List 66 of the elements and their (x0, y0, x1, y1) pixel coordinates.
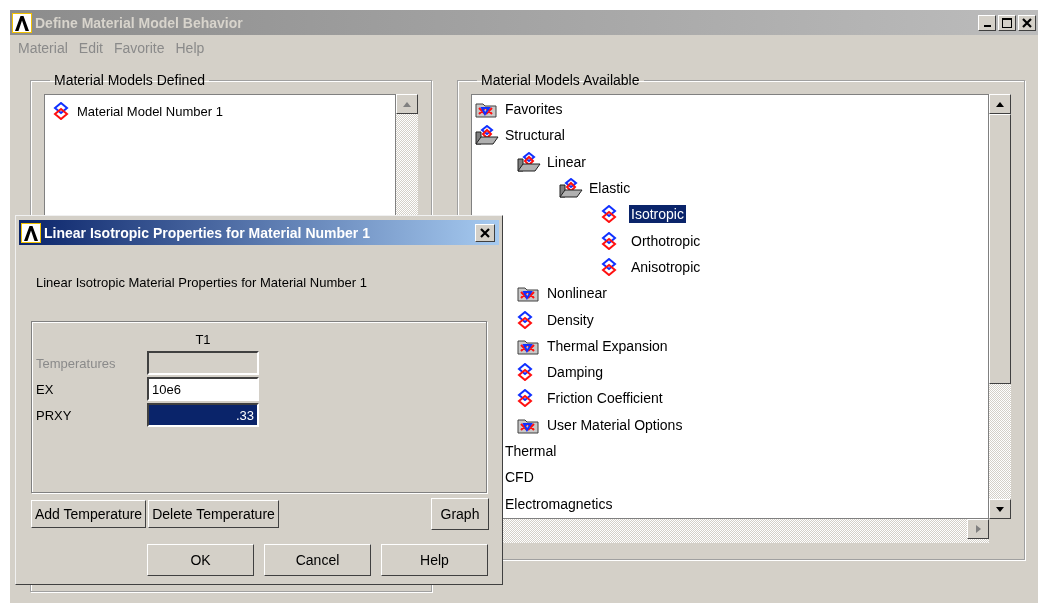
window-title: Define Material Model Behavior (35, 14, 244, 31)
dialog-button[interactable]: Delete Temperature (148, 500, 279, 528)
group-title: Material Models Defined (53, 72, 206, 88)
tree-item[interactable]: Damping (545, 363, 606, 382)
field-label: EX (36, 381, 55, 397)
material-model-icon (53, 102, 69, 120)
tree-item[interactable]: Friction Coefficient (545, 389, 665, 408)
close-button[interactable] (1018, 14, 1036, 31)
close-icon (480, 227, 490, 238)
up-arrow-icon (403, 101, 411, 107)
scroll-down-button[interactable] (989, 499, 1011, 519)
group-title: Material Models Available (480, 72, 641, 88)
material-model-icon (601, 205, 617, 224)
list-item[interactable]: Material Model Number 1 (53, 102, 387, 120)
open-folder-icon (559, 178, 583, 199)
dialog-button[interactable]: Cancel (264, 544, 371, 576)
maximize-button[interactable] (998, 14, 1016, 31)
tree-item[interactable]: User Material Options (545, 415, 685, 434)
tree-item[interactable]: Electromagnetics (503, 494, 615, 513)
material-model-icon (517, 389, 533, 408)
tree-item[interactable]: Thermal Expansion (545, 336, 670, 355)
open-folder-icon (475, 125, 499, 146)
scroll-thumb[interactable] (989, 114, 1011, 384)
tree-item[interactable]: Orthotropic (629, 231, 703, 250)
down-arrow-icon (996, 506, 1004, 512)
tree-item[interactable]: CFD (503, 468, 536, 487)
scroll-up-button[interactable] (989, 94, 1011, 114)
material-model-icon (601, 257, 617, 276)
tree-item[interactable]: Density (545, 310, 596, 329)
folder-icon (517, 284, 539, 303)
logo-icon (21, 222, 41, 243)
field-label: Temperatures (36, 355, 117, 371)
dialog-title: Linear Isotropic Properties for Material Number 1 (44, 224, 371, 241)
column-header: T1 (194, 332, 212, 349)
folder-icon (475, 100, 497, 119)
scroll-right-button[interactable] (967, 519, 989, 539)
minimize-icon (983, 25, 991, 27)
field-label: PRXY (36, 407, 73, 423)
tree-item[interactable]: Thermal (503, 442, 559, 460)
tree-item[interactable]: Anisotropic (629, 257, 703, 276)
material-model-icon (517, 310, 533, 329)
input-field[interactable]: 10e6 (147, 377, 259, 401)
tree-item[interactable]: Favorites (503, 100, 565, 119)
up-arrow-icon (996, 101, 1004, 107)
scroll-up-button[interactable] (396, 94, 418, 114)
dialog-button[interactable]: Help (381, 544, 488, 576)
scrollbar[interactable] (989, 94, 1011, 519)
minimize-button[interactable] (978, 14, 996, 31)
tree-item[interactable]: Structural (503, 126, 567, 145)
material-model-icon (601, 231, 617, 250)
tree-item[interactable]: Linear (545, 152, 588, 171)
right-arrow-icon (975, 525, 981, 533)
material-model-icon (517, 363, 533, 382)
dialog-button[interactable]: Add Temperature (31, 500, 147, 528)
dialog-button[interactable]: OK (147, 544, 254, 576)
open-folder-icon (517, 151, 541, 172)
tree-item[interactable]: Nonlinear (545, 284, 609, 303)
maximize-icon (1002, 17, 1012, 28)
input-field[interactable]: .33 (147, 403, 259, 427)
dialog-heading: Linear Isotropic Material Properties for Material Number 1 (35, 274, 368, 292)
graph-button[interactable]: Graph (431, 498, 489, 530)
tree-item[interactable]: Elastic (587, 179, 633, 198)
logo-icon (12, 12, 32, 33)
close-button[interactable] (475, 223, 495, 242)
close-icon (1022, 17, 1032, 28)
tree-item[interactable]: Isotropic (629, 205, 686, 224)
